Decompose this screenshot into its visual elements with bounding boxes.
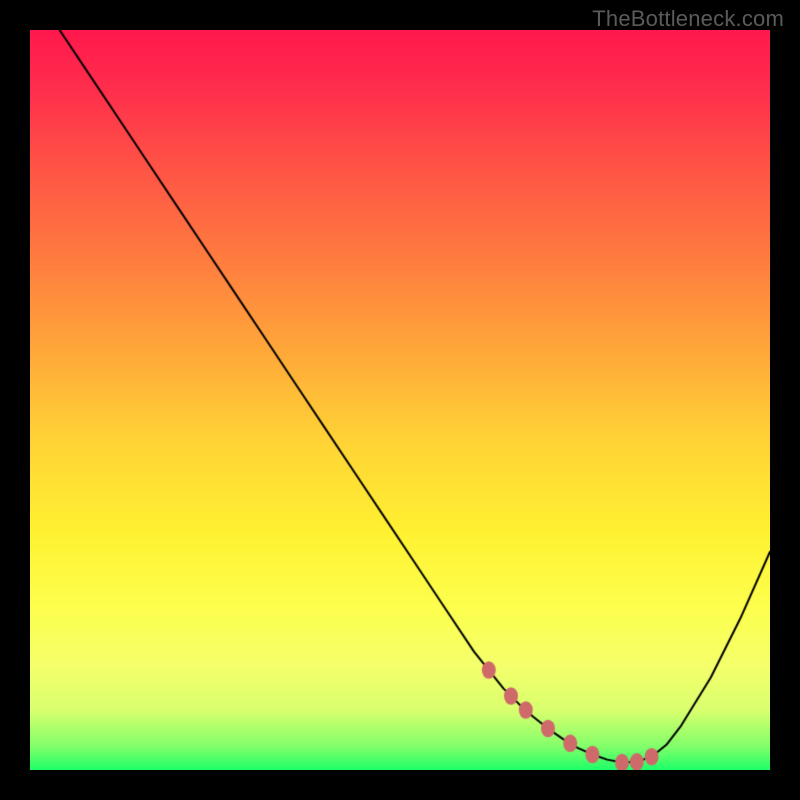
chart-canvas: [30, 30, 770, 770]
chart-frame: TheBottleneck.com: [0, 0, 800, 800]
plot-area: [30, 30, 770, 770]
watermark-text: TheBottleneck.com: [592, 6, 784, 32]
